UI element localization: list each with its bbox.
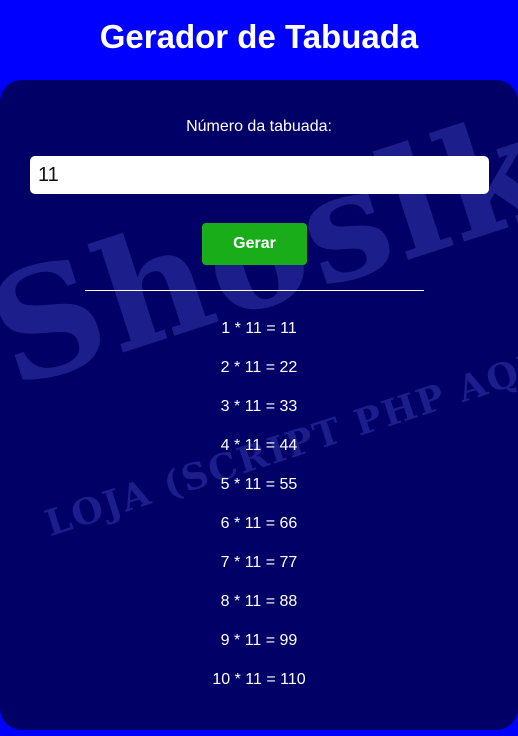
number-field-label: Número da tabuada: [186,118,332,135]
result-item: 4 * 11 = 44 [220,437,298,454]
generate-button[interactable]: Gerar [202,223,307,265]
result-item: 5 * 11 = 55 [220,476,298,493]
main-card: Shoslk LOJA (SCRIPT PHP AQUI Número da t… [0,80,518,730]
result-item: 2 * 11 = 22 [220,359,298,376]
number-input[interactable] [30,156,489,194]
result-item: 1 * 11 = 11 [221,320,297,337]
result-item: 7 * 11 = 77 [220,554,298,571]
page-title: Gerador de Tabuada [99,18,419,55]
result-item: 3 * 11 = 33 [220,398,298,415]
results-list: 1 * 11 = 11 2 * 11 = 22 3 * 11 = 33 4 * … [0,318,518,708]
result-item: 9 * 11 = 99 [220,632,298,649]
result-item: 6 * 11 = 66 [220,515,298,532]
result-item: 8 * 11 = 88 [220,593,298,610]
divider [85,290,424,291]
result-item: 10 * 11 = 110 [212,671,306,688]
